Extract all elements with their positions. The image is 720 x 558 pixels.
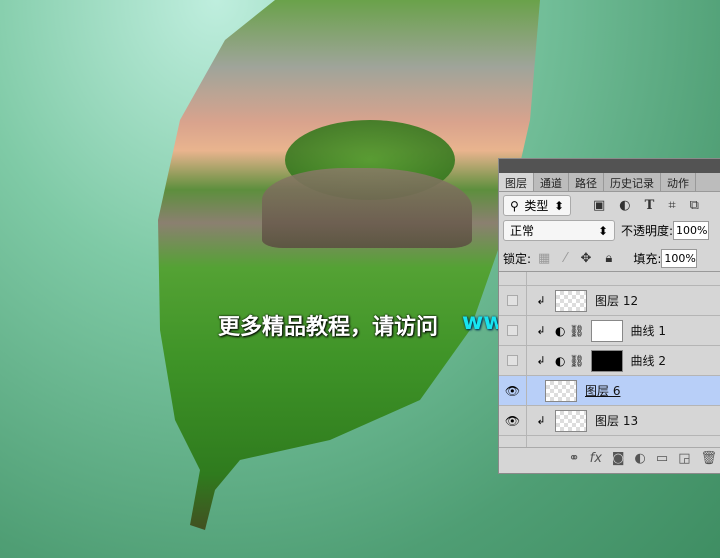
layer-row[interactable]: ↲ ◐ ⛓ 曲线 1 [499,315,720,346]
layer-thumbnail [555,409,587,432]
eye-icon[interactable]: 👁︎ [499,405,527,436]
tab-history[interactable]: 历史记录 [604,173,661,191]
adjustment-icon[interactable]: ◐ [635,451,646,466]
panel-title-bar[interactable] [499,159,720,173]
adjustment-icon[interactable]: ◐ [619,198,630,213]
link-icon[interactable]: ⚭ [569,451,580,466]
fx-icon[interactable]: fx [590,451,602,466]
layer-row-partial[interactable] [499,272,720,286]
visibility-toggle[interactable] [507,325,518,336]
eye-icon[interactable]: 👁︎ [499,375,527,406]
clip-arrow-icon: ↲ [536,414,546,427]
tab-paths[interactable]: 路径 [569,173,604,191]
blend-mode-select[interactable]: 正常 ⬍ [503,220,615,241]
layer-row-partial[interactable] [499,435,720,447]
opacity-label: 不透明度: [621,224,674,238]
smart-object-icon[interactable]: ⧉ [690,198,699,213]
filter-type-select[interactable]: ⚲ 类型 ⬍ [503,195,571,216]
watermark-text: 更多精品教程，请访问 [218,315,439,340]
layer-thumbnail [555,289,587,312]
search-icon: ⚲ [510,198,519,213]
layer-row[interactable]: ↲ 图层 12 [499,285,720,316]
tab-channels[interactable]: 通道 [534,173,569,191]
layer-mask-thumbnail [590,319,623,342]
tab-layers[interactable]: 图层 [499,173,534,191]
image-icon[interactable]: ▣ [593,198,605,213]
lock-position-icon[interactable]: ✥ [581,251,592,266]
smart-object-thumbnail [545,379,577,402]
type-icon[interactable]: T [645,198,655,213]
lock-label: 锁定: [503,252,532,266]
folder-icon[interactable]: ▭ [656,451,668,466]
layer-row[interactable]: ↲ ◐ ⛓ 曲线 2 [499,345,720,376]
curves-icon: ◐ ⛓ [555,323,585,338]
lock-transparency-icon[interactable]: ▦ [538,251,550,266]
clip-arrow-icon: ↲ [536,294,546,307]
clip-arrow-icon: ↲ [536,324,546,337]
new-layer-icon[interactable]: ◲ [678,451,690,466]
trash-icon[interactable]: 🗑︎ [700,451,717,466]
fill-label: 填充: [633,252,662,266]
visibility-toggle[interactable] [507,355,518,366]
layer-row[interactable]: 👁︎ ↲ 图层 13 [499,405,720,436]
mask-icon[interactable]: ◙ [612,451,625,466]
visibility-toggle[interactable] [507,295,518,306]
tab-actions[interactable]: 动作 [661,173,696,191]
layers-list: ↲ 图层 12 ↲ ◐ ⛓ 曲线 1 ↲ ◐ ⛓ 曲线 2 👁︎ 图层 6 👁︎ ↲ 图层 13 [499,271,720,447]
shape-icon[interactable]: ⌗ [668,198,675,213]
fill-input[interactable]: 100% [661,249,698,268]
lock-pixels-icon[interactable]: ⁄ [564,251,566,266]
lock-all-icon[interactable]: 🔒︎ [605,251,612,266]
clip-arrow-icon: ↲ [536,354,546,367]
opacity-input[interactable]: 100% [673,221,710,240]
curves-icon: ◐ ⛓ [555,353,585,368]
layer-row-selected[interactable]: 👁︎ 图层 6 [499,375,720,406]
layers-panel: 图层 通道 路径 历史记录 动作 ⚲ 类型 ⬍ ▣ ◐ T ⌗ ⧉ 正常 ⬍ 不透明度… [498,158,720,474]
island-rock [262,168,472,248]
layer-mask-thumbnail [590,349,623,372]
